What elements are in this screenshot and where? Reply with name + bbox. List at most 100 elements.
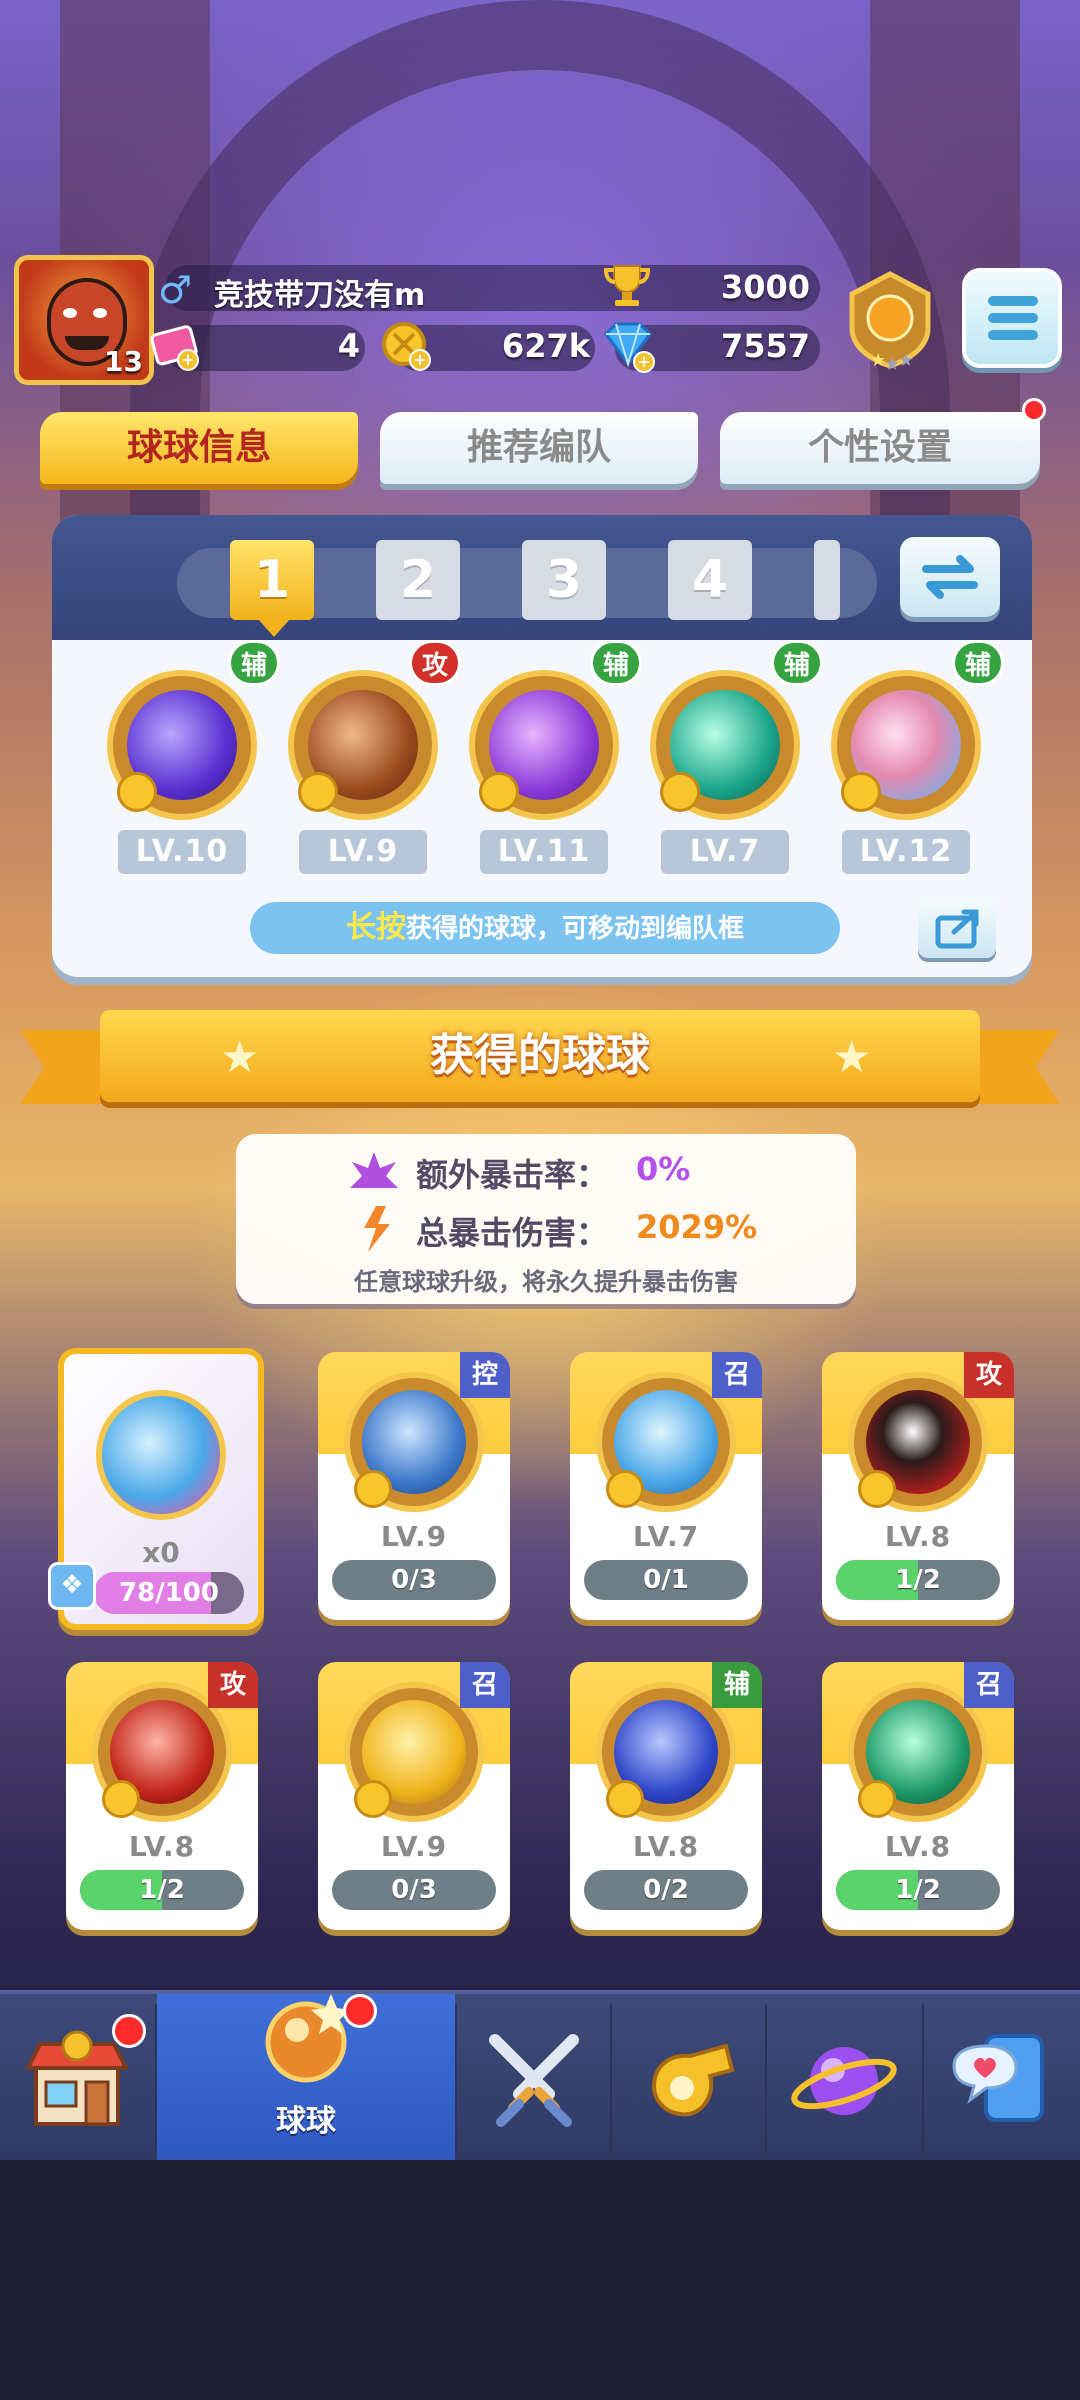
ball-card[interactable]: 召 LV.9 0/3 [318, 1662, 510, 1930]
ball-progress-text: 1/2 [895, 1565, 941, 1595]
tab-personal-settings[interactable]: 个性设置 [720, 412, 1040, 484]
ball-card[interactable]: 控 LV.9 0/3 [318, 1352, 510, 1620]
team-ball-1[interactable] [107, 670, 257, 820]
crit-note: 任意球球升级，将永久提升暴击伤害 [354, 1268, 738, 1296]
coin-icon [841, 772, 881, 812]
swap-icon[interactable] [900, 537, 1000, 617]
rank-badge-icon[interactable]: ★ ★ ★ [842, 270, 938, 370]
ball-progress: 1/2 [80, 1870, 244, 1910]
star-icon: ★ [220, 1032, 260, 1083]
notification-dot [112, 2014, 146, 2048]
share-icon[interactable] [918, 898, 996, 958]
coin-icon [479, 772, 519, 812]
star-icon: ★ [832, 1032, 872, 1083]
team-ball-3[interactable] [469, 670, 619, 820]
nav-social[interactable] [924, 1994, 1080, 2164]
share-icon-glyph [935, 909, 979, 949]
chat-heart-icon [952, 2034, 1044, 2122]
ticket-count: 4 [337, 327, 360, 365]
special-ball-progress-text: 78/100 [119, 1578, 219, 1608]
team-ball-2-level: LV.9 [299, 830, 427, 874]
tab-ball-info[interactable]: 球球信息 [40, 412, 358, 484]
planet-icon [791, 2047, 897, 2115]
team-ball-4[interactable] [650, 670, 800, 820]
nav-shop[interactable] [0, 1994, 155, 2164]
notification-dot [1022, 398, 1046, 422]
crit-damage-icon [364, 1206, 390, 1252]
coin-icon [858, 1470, 896, 1508]
crossed-swords-icon [489, 2034, 579, 2127]
extra-crit-rate-label: 额外暴击率： [416, 1156, 609, 1194]
team-slot-4[interactable]: 4 [668, 540, 752, 620]
ball-type-tag: 辅 [712, 1662, 762, 1708]
team-slot-5-partial[interactable] [814, 540, 840, 620]
coin-icon [858, 1780, 896, 1818]
coin-icon [354, 1470, 392, 1508]
ball-progress: 1/2 [836, 1560, 1000, 1600]
gem-count: 7557 [720, 327, 810, 365]
coin-icon [660, 772, 700, 812]
ball-level: LV.8 [884, 1520, 952, 1553]
team-ball-3-tag: 辅 [590, 640, 642, 686]
coin-icon[interactable]: + [378, 318, 434, 374]
male-icon: ♂ [158, 268, 193, 312]
nav-balls[interactable]: 球球 [157, 1994, 455, 2164]
special-ball-progress: 78/100 [94, 1572, 244, 1614]
long-press-hint: 长按获得的球球，可移动到编队框 [250, 902, 840, 954]
tab-recommended-team[interactable]: 推荐编队 [380, 412, 698, 484]
team-slot-2[interactable]: 2 [376, 540, 460, 620]
bottom-nav: 球球 [0, 1990, 1080, 2164]
total-crit-damage-label: 总暴击伤害： [416, 1214, 609, 1252]
svg-text:+: + [413, 350, 426, 369]
whistle-icon [651, 2043, 735, 2117]
ball-icon [265, 1994, 351, 2083]
ball-card[interactable]: 攻 LV.8 1/2 [66, 1662, 258, 1930]
gem-icon[interactable]: + [598, 318, 658, 374]
nav-planet[interactable] [767, 1994, 922, 2164]
crit-stats-panel: 额外暴击率： 0% 总暴击伤害： 2029% 任意球球升级，将永久提升暴击伤害 [236, 1134, 856, 1304]
ball-card[interactable]: 攻 LV.8 1/2 [822, 1352, 1014, 1620]
ball-progress-text: 0/1 [643, 1565, 689, 1595]
nav-battle[interactable] [457, 1994, 610, 2164]
coin-count: 627k [501, 327, 590, 365]
extra-crit-rate-value: 0% [636, 1150, 691, 1188]
ball-type-tag: 召 [712, 1352, 762, 1398]
total-crit-damage-value: 2029% [636, 1208, 758, 1246]
slot-pointer [258, 619, 290, 637]
ball-type-tag: 攻 [964, 1352, 1014, 1398]
notification-dot [343, 1994, 377, 2028]
team-slot-1[interactable]: 1 [230, 540, 314, 620]
ball-card[interactable]: 召 LV.7 0/1 [570, 1352, 762, 1620]
team-slot-header: 1 2 3 4 [52, 515, 1032, 640]
ball-progress-text: 1/2 [895, 1875, 941, 1905]
ball-level: LV.8 [128, 1830, 196, 1863]
ball-level: LV.8 [884, 1830, 952, 1863]
team-ball-5-level: LV.12 [842, 830, 970, 874]
player-name[interactable]: 竞技带刀没有m [214, 270, 425, 314]
nav-balls-label: 球球 [276, 2104, 336, 2139]
svg-text:★: ★ [898, 350, 914, 370]
hamburger-menu-icon[interactable] [962, 268, 1062, 368]
player-level: 13 [104, 345, 143, 378]
ball-progress-text: 0/3 [391, 1875, 437, 1905]
ball-card[interactable]: 辅 LV.8 0/2 [570, 1662, 762, 1930]
swap-ball-icon [96, 1390, 226, 1520]
hint-highlight: 长按 [345, 910, 406, 945]
ball-progress-text: 0/2 [643, 1875, 689, 1905]
ticket-icon[interactable]: + [148, 318, 202, 372]
menu-line [988, 330, 1038, 340]
special-ball-card[interactable]: x0 78/100 ❖ [48, 1348, 264, 1630]
team-ball-5[interactable] [831, 670, 981, 820]
nav-whistle[interactable] [612, 1994, 765, 2164]
player-avatar[interactable]: 13 [14, 255, 154, 385]
team-ball-2[interactable] [288, 670, 438, 820]
menu-line [988, 313, 1038, 323]
ball-progress: 0/3 [332, 1870, 496, 1910]
team-ball-1-level: LV.10 [118, 830, 246, 874]
ball-card[interactable]: 召 LV.8 1/2 [822, 1662, 1014, 1930]
team-slot-3[interactable]: 3 [522, 540, 606, 620]
svg-text:+: + [637, 352, 650, 371]
ball-progress: 1/2 [836, 1870, 1000, 1910]
ball-level: LV.7 [632, 1520, 700, 1553]
trophy-count: 3000 [720, 268, 810, 306]
